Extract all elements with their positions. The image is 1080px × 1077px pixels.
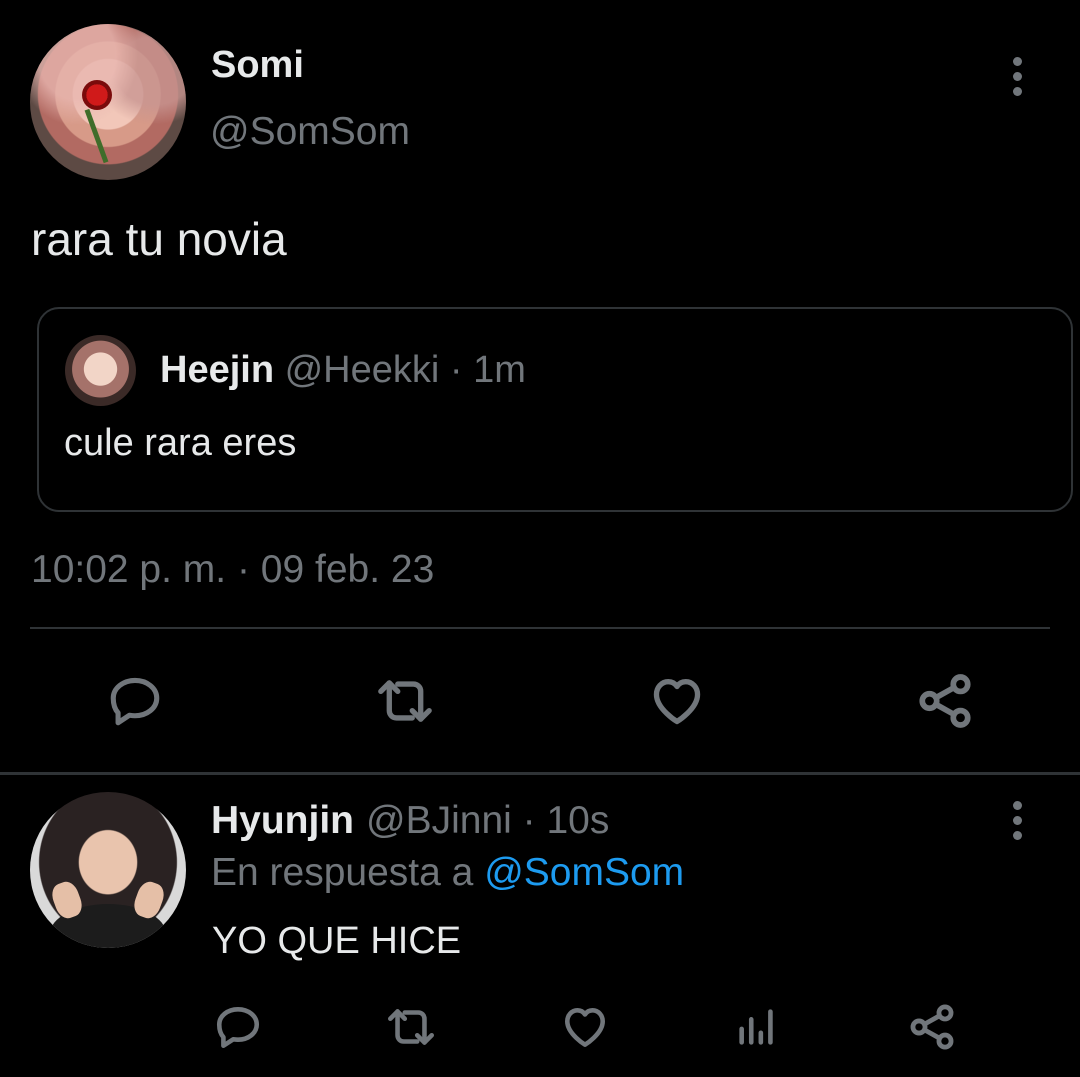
like-icon (565, 1008, 605, 1047)
quoted-display-name: Heejin (160, 349, 275, 391)
display-name[interactable]: Somi (211, 44, 304, 87)
tweet-text: rara tu novia (31, 213, 287, 265)
replying-prefix: En respuesta a (211, 851, 474, 894)
retweet-button[interactable] (368, 670, 442, 732)
reply-share-button[interactable] (902, 998, 962, 1056)
handle[interactable]: @SomSom (210, 110, 410, 154)
reply-meta: @BJinni · 10s (366, 799, 610, 842)
more-options-icon[interactable] (1009, 57, 1025, 102)
share-icon (910, 1004, 954, 1050)
quoted-text: cule rara eres (64, 422, 297, 464)
rose-icon (82, 80, 112, 110)
like-button[interactable] (642, 670, 712, 732)
main-tweet[interactable]: Somi @SomSom rara tu novia Heejin @Heekk… (0, 0, 1080, 775)
like-icon (653, 679, 701, 725)
replying-to: En respuesta a @SomSom (211, 851, 684, 895)
tweet-separator (0, 772, 1080, 775)
analytics-icon (739, 1009, 773, 1045)
reply-more-options-icon[interactable] (1009, 801, 1025, 846)
reply-retweet-button[interactable] (380, 1000, 442, 1054)
quoted-header: Heejin @Heekki · 1m (160, 349, 526, 392)
timestamp[interactable]: 10:02 p. m. · 09 feb. 23 (31, 548, 434, 592)
reply-text: YO QUE HICE (212, 920, 462, 962)
replying-mention-link[interactable]: @SomSom (484, 851, 684, 894)
retweet-icon (378, 680, 432, 722)
reply-reply-button[interactable] (208, 1000, 268, 1054)
reply-icon (110, 677, 160, 726)
quoted-meta: @Heekki · 1m (284, 349, 526, 391)
reply-analytics-button[interactable] (730, 1000, 784, 1054)
reply-avatar[interactable] (30, 792, 186, 948)
share-icon (919, 674, 971, 728)
retweet-icon (388, 1009, 434, 1045)
reply-display-name[interactable]: Hyunjin (211, 799, 354, 842)
reply-header: Hyunjin @BJinni · 10s (211, 799, 609, 843)
reply-icon (216, 1007, 260, 1049)
share-button[interactable] (910, 668, 980, 734)
reply-button[interactable] (100, 670, 170, 732)
quoted-tweet[interactable]: Heejin @Heekki · 1m cule rara eres (37, 307, 1073, 512)
avatar[interactable] (30, 24, 186, 180)
reply-like-button[interactable] (555, 1000, 615, 1054)
divider (30, 627, 1050, 629)
quoted-avatar (65, 335, 136, 406)
